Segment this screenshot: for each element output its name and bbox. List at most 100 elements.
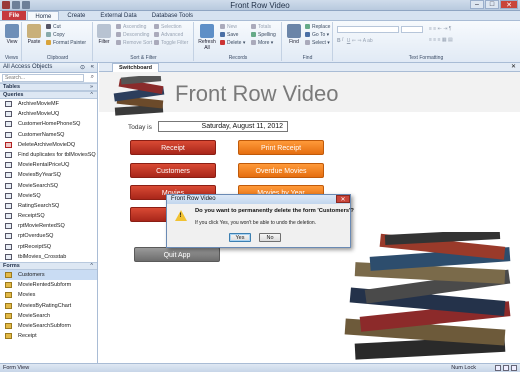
window-controls: – □ ✕ [470, 0, 518, 9]
nav-query-item[interactable]: MovieSearchSQ [0, 181, 97, 191]
nav-query-item[interactable]: rptReceiptSQ [0, 242, 97, 252]
nav-query-item[interactable]: MoviesByYearSQ [0, 170, 97, 180]
dvd-stack-image [113, 76, 165, 116]
tab-home[interactable]: Home [27, 11, 60, 20]
more-button[interactable]: More ▾ [251, 40, 273, 47]
nav-query-item[interactable]: CustomerHomePhoneSQ [0, 119, 97, 129]
overdue-movies-button[interactable]: Overdue Movies [238, 163, 324, 178]
nav-section-queries[interactable]: Queries ^ [0, 91, 97, 99]
nav-section-tables[interactable]: Tables » [0, 83, 97, 91]
new-record-icon [220, 24, 225, 30]
cut-button[interactable]: Cut [46, 24, 61, 31]
copy-button[interactable]: Copy [46, 32, 65, 39]
tab-switchboard[interactable]: Switchboard [112, 63, 160, 72]
nav-query-item[interactable]: DeleteArchiveMovieDQ [0, 140, 97, 150]
ascending-button[interactable]: Ascending [116, 24, 146, 31]
nav-query-item[interactable]: MovieSQ [0, 191, 97, 201]
nav-query-item[interactable]: ReceiptSQ [0, 211, 97, 221]
customers-button[interactable]: Customers [130, 163, 216, 178]
nav-query-item[interactable]: RatingSearchSQ [0, 201, 97, 211]
spelling-button[interactable]: Spelling [251, 32, 276, 39]
query-icon [5, 233, 12, 240]
layout-view-icon[interactable] [503, 365, 509, 371]
paste-button[interactable]: Paste [24, 24, 44, 45]
nav-query-item[interactable]: ArchiveMovieUQ [0, 109, 97, 119]
dialog-close-icon[interactable]: ✕ [336, 195, 350, 203]
more-icon [251, 40, 256, 46]
nav-query-item[interactable]: rptOverdueSQ [0, 231, 97, 241]
close-icon[interactable]: ✕ [500, 0, 518, 9]
clipboard-group: Paste Cut Copy Format Painter Clipboard [23, 22, 93, 61]
selection-button[interactable]: Selection [154, 24, 182, 31]
nav-query-item[interactable]: Find duplicates for tblMoviesSQ [0, 150, 97, 160]
delete-icon [220, 40, 225, 46]
spelling-icon [251, 32, 256, 38]
nav-query-item[interactable]: CustomerNameSQ [0, 130, 97, 140]
shutter-bar-icon[interactable]: « [91, 64, 94, 70]
advanced-button[interactable]: Advanced [154, 32, 183, 39]
nav-item-label: Receipt [18, 333, 37, 340]
app-title: Front Row Video [175, 81, 339, 106]
no-button[interactable]: No [259, 233, 281, 242]
nav-item-label: MoviesByYearSQ [18, 172, 61, 179]
save-record-button[interactable]: Save [220, 32, 238, 39]
goto-button[interactable]: Go To ▾ [305, 32, 329, 39]
delete-button[interactable]: Delete ▾ [220, 40, 245, 47]
minimize-icon[interactable]: – [470, 0, 484, 9]
quit-app-button[interactable]: Quit App [134, 247, 220, 262]
find-group-label: Find [302, 55, 313, 61]
list-format-icons[interactable]: ≡ ≡ ⇤ ⇥ ¶ [429, 26, 451, 33]
receipt-button[interactable]: Receipt [130, 140, 216, 155]
alignment-icons[interactable]: ≡ ≡ ≡ ▦ ▤ [429, 37, 453, 44]
nav-form-item[interactable]: Receipt [0, 331, 97, 341]
nav-form-item[interactable]: MovieSearch [0, 311, 97, 321]
yes-button[interactable]: Yes [229, 233, 251, 242]
nav-search-input[interactable] [2, 74, 84, 82]
cut-label: Cut [53, 24, 61, 30]
nav-item-label: rptMovieRentedSQ [18, 223, 65, 230]
new-record-button[interactable]: New [220, 24, 237, 31]
format-painter-button[interactable]: Format Painter [46, 40, 86, 47]
nav-pane-header[interactable]: All Access Objects ⊙ « [0, 63, 97, 73]
replace-button[interactable]: Replace [305, 24, 330, 31]
close-document-icon[interactable]: ✕ [511, 63, 516, 70]
nav-form-item[interactable]: Customers [0, 270, 97, 281]
descending-button[interactable]: Descending [116, 32, 149, 39]
tab-database-tools[interactable]: Database Tools [145, 11, 200, 20]
nav-query-item[interactable]: rptMovieRentedSQ [0, 221, 97, 231]
delete-confirm-dialog: Front Row Video ✕ ! Do you want to perma… [166, 194, 354, 248]
view-icon [5, 24, 19, 38]
font-size-select[interactable] [401, 26, 423, 33]
records-group-label: Records [228, 55, 248, 61]
remove-sort-button[interactable]: Remove Sort [116, 40, 152, 47]
nav-form-item[interactable]: Movies [0, 290, 97, 300]
tab-file[interactable]: File [2, 11, 27, 20]
nav-form-item[interactable]: MovieRentedSubform [0, 280, 97, 290]
font-name-select[interactable] [337, 26, 399, 33]
toggle-filter-button[interactable]: Toggle Filter [154, 40, 188, 47]
nav-item-label: CustomerHomePhoneSQ [18, 121, 81, 128]
form-icon [5, 302, 12, 309]
nav-section-forms[interactable]: Forms ^ [0, 262, 97, 270]
form-view-icon[interactable] [495, 365, 501, 371]
search-icon[interactable]: ⌕ [91, 74, 94, 81]
print-receipt-button[interactable]: Print Receipt [238, 140, 324, 155]
tab-external-data[interactable]: External Data [93, 11, 143, 20]
chevron-down-icon[interactable]: ⊙ [80, 64, 85, 71]
nav-form-item[interactable]: MoviesByRatingChart [0, 301, 97, 311]
select-button[interactable]: Select ▾ [305, 40, 330, 47]
filter-button[interactable]: Filter [94, 24, 114, 45]
find-button[interactable]: Find [284, 24, 304, 45]
totals-button[interactable]: Totals [251, 24, 271, 31]
nav-query-item[interactable]: MovieRentalPriceUQ [0, 160, 97, 170]
view-button[interactable]: View [2, 24, 22, 45]
nav-form-item[interactable]: MovieSearchSubform [0, 321, 97, 331]
nav-query-item[interactable]: ArchiveMovieMF [0, 99, 97, 109]
nav-item-label: MovieSearch [18, 312, 51, 319]
bold-italic-underline[interactable]: B I U ⇐ ⇒ A ab [337, 37, 373, 44]
nav-query-item[interactable]: tblMovies_Crosstab [0, 252, 97, 262]
tab-create[interactable]: Create [60, 11, 92, 20]
design-view-icon[interactable] [511, 365, 517, 371]
refresh-all-button[interactable]: Refresh All [197, 24, 217, 51]
maximize-icon[interactable]: □ [485, 0, 499, 9]
